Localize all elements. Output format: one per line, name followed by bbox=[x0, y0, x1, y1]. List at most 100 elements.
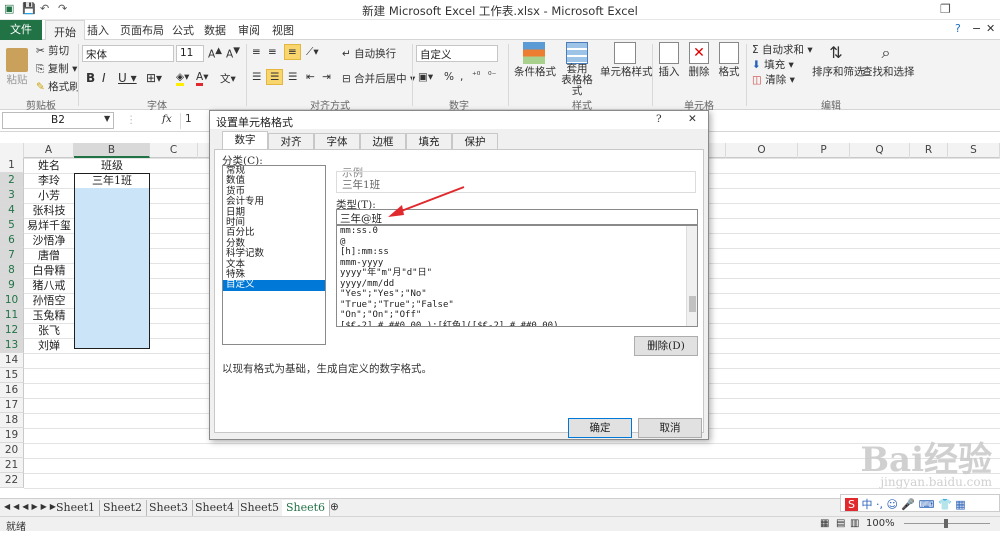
minimize-icon[interactable]: − bbox=[972, 22, 981, 35]
cell-a5[interactable]: 易烊千玺 bbox=[24, 218, 74, 233]
tab-home[interactable]: 开始 bbox=[45, 20, 85, 41]
sheet-tab-2[interactable]: Sheet2 bbox=[99, 500, 148, 516]
name-box[interactable]: B2 bbox=[2, 112, 114, 129]
column-header-a[interactable]: A bbox=[24, 143, 74, 158]
fill-color-icon[interactable]: ◈▾ bbox=[176, 71, 189, 86]
format-item[interactable]: "On";"On";"Off" bbox=[337, 310, 697, 321]
category-item[interactable]: 自定义 bbox=[223, 279, 325, 291]
tab-review[interactable]: 审阅 bbox=[238, 22, 260, 38]
row-header-2[interactable]: 2 bbox=[0, 173, 24, 188]
paste-button[interactable]: 粘贴 bbox=[6, 48, 28, 87]
percent-icon[interactable]: % bbox=[444, 71, 454, 83]
selected-range[interactable] bbox=[74, 173, 150, 349]
row-header-14[interactable]: 14 bbox=[0, 353, 24, 368]
wrap-text-button[interactable]: ↵ 自动换行 bbox=[342, 46, 396, 61]
column-header-p[interactable]: P bbox=[798, 143, 850, 158]
comma-icon[interactable]: , bbox=[460, 71, 463, 83]
row-header-16[interactable]: 16 bbox=[0, 383, 24, 398]
cell-a13[interactable]: 刘婵 bbox=[24, 338, 74, 353]
merge-center-button[interactable]: ⊟ 合并后居中 ▾ bbox=[342, 71, 415, 86]
grow-font-icon[interactable]: A▲ bbox=[208, 46, 222, 61]
font-color-icon[interactable]: A▾ bbox=[196, 71, 208, 86]
row-header-21[interactable]: 21 bbox=[0, 458, 24, 473]
page-layout-icon[interactable]: ▤ bbox=[836, 518, 845, 529]
dialog-tab-5[interactable]: 填充 bbox=[406, 133, 452, 150]
row-header-9[interactable]: 9 bbox=[0, 278, 24, 293]
shrink-font-icon[interactable]: A▼ bbox=[226, 46, 240, 61]
increase-decimal-icon[interactable]: ⁺⁰ bbox=[472, 71, 480, 81]
insert-cells-button[interactable]: 插入 bbox=[656, 42, 682, 79]
column-header-b[interactable]: B bbox=[74, 143, 150, 158]
dialog-tab-1[interactable]: 数字 bbox=[222, 131, 268, 150]
row-header-4[interactable]: 4 bbox=[0, 203, 24, 218]
decrease-decimal-icon[interactable]: ⁰⁻ bbox=[488, 71, 496, 81]
row-header-8[interactable]: 8 bbox=[0, 263, 24, 278]
format-list-scrollbar[interactable] bbox=[686, 226, 697, 326]
cell-a1[interactable]: 姓名 bbox=[24, 158, 74, 173]
sheet-tab-1[interactable]: Sheet1 bbox=[52, 500, 101, 516]
row-header-10[interactable]: 10 bbox=[0, 293, 24, 308]
format-cells-button[interactable]: 格式 bbox=[716, 42, 742, 79]
align-top-icon[interactable]: ≡ bbox=[252, 46, 261, 58]
align-middle-icon[interactable]: ≡ bbox=[268, 46, 277, 58]
sort-filter-button[interactable]: ⇅ 排序和筛选 bbox=[812, 42, 865, 79]
column-header-q[interactable]: Q bbox=[850, 143, 910, 158]
fill-button[interactable]: ⬇ 填充 ▾ bbox=[752, 57, 794, 72]
category-item[interactable]: 科学记数 bbox=[223, 248, 325, 259]
cell-a7[interactable]: 唐僧 bbox=[24, 248, 74, 263]
format-item[interactable]: "True";"True";"False" bbox=[337, 300, 697, 311]
close-icon[interactable]: ✕ bbox=[986, 22, 995, 35]
format-item[interactable]: [$€-2] #,##0.00_);[红色]([$€-2] #,##0.00) bbox=[337, 321, 697, 327]
delete-cells-button[interactable]: ✕ 删除 bbox=[686, 42, 712, 79]
ime-toolbar[interactable]: S 中 ·, ☺ 🎤 ⌨ 👕 ▦ bbox=[840, 494, 1000, 512]
number-format-select[interactable]: 自定义 bbox=[416, 45, 498, 62]
select-all-corner[interactable] bbox=[0, 143, 24, 158]
tab-insert[interactable]: 插入 bbox=[87, 22, 109, 38]
row-header-19[interactable]: 19 bbox=[0, 428, 24, 443]
cell-a8[interactable]: 白骨精 bbox=[24, 263, 74, 278]
dialog-tab-4[interactable]: 边框 bbox=[360, 133, 406, 150]
row-header-5[interactable]: 5 bbox=[0, 218, 24, 233]
chevron-down-icon[interactable]: ▼ bbox=[104, 114, 110, 123]
tab-view[interactable]: 视图 bbox=[272, 22, 294, 38]
column-header-c[interactable]: C bbox=[150, 143, 198, 158]
row-header-11[interactable]: 11 bbox=[0, 308, 24, 323]
row-header-12[interactable]: 12 bbox=[0, 323, 24, 338]
normal-view-icon[interactable]: ▦ bbox=[820, 518, 829, 529]
font-size-select[interactable]: 11 bbox=[176, 45, 204, 62]
underline-icon[interactable]: U ▾ bbox=[118, 71, 137, 85]
clear-button[interactable]: ◫ 清除 ▾ bbox=[752, 72, 795, 87]
cell-a6[interactable]: 沙悟净 bbox=[24, 233, 74, 248]
row-header-15[interactable]: 15 bbox=[0, 368, 24, 383]
orientation-icon[interactable]: ⟋▾ bbox=[306, 46, 319, 59]
dialog-help-icon[interactable]: ? bbox=[656, 113, 662, 125]
find-select-button[interactable]: ⌕ 查找和选择 bbox=[862, 42, 915, 79]
sheet-tab-3[interactable]: Sheet3 bbox=[145, 500, 194, 516]
row-header-22[interactable]: 22 bbox=[0, 473, 24, 488]
format-item[interactable]: yyyy"年"m"月"d"日" bbox=[337, 268, 697, 279]
format-as-table-button[interactable]: 套用 表格格式 bbox=[558, 42, 596, 97]
add-sheet-icon[interactable]: ⊕ bbox=[330, 501, 339, 513]
row-header-6[interactable]: 6 bbox=[0, 233, 24, 248]
sheet-tab-5[interactable]: Sheet5 bbox=[236, 500, 285, 516]
row-header-13[interactable]: 13 bbox=[0, 338, 24, 353]
cell-b1[interactable]: 班级 bbox=[74, 158, 150, 173]
row-header-3[interactable]: 3 bbox=[0, 188, 24, 203]
cell-a11[interactable]: 玉兔精 bbox=[24, 308, 74, 323]
indent-icon[interactable]: ⇤ bbox=[306, 71, 315, 83]
row-header-1[interactable]: 1 bbox=[0, 158, 24, 173]
conditional-format-button[interactable]: 条件格式 bbox=[514, 42, 556, 79]
autosum-button[interactable]: Σ 自动求和 ▾ bbox=[752, 42, 813, 57]
dialog-tab-6[interactable]: 保护 bbox=[452, 133, 498, 150]
cell-a9[interactable]: 猪八戒 bbox=[24, 278, 74, 293]
format-list[interactable]: mm:ss.0 @ [h]:mm:ss mmm-yyyy yyyy"年"m"月"d"日"… bbox=[336, 225, 698, 327]
row-header-20[interactable]: 20 bbox=[0, 443, 24, 458]
column-header-r[interactable]: R bbox=[910, 143, 948, 158]
sheet-tab-4[interactable]: Sheet4 bbox=[191, 500, 240, 516]
category-list[interactable]: 常规 数值 货币 会计专用 日期 时间 百分比 分数 科学记数 文本 特殊 自定义 bbox=[222, 165, 326, 345]
cell-a2[interactable]: 李玲 bbox=[24, 173, 74, 188]
font-name-select[interactable]: 宋体 bbox=[82, 45, 174, 62]
format-item[interactable]: mmm-yyyy bbox=[337, 258, 697, 269]
row-header-17[interactable]: 17 bbox=[0, 398, 24, 413]
tab-page-layout[interactable]: 页面布局 bbox=[120, 22, 164, 38]
